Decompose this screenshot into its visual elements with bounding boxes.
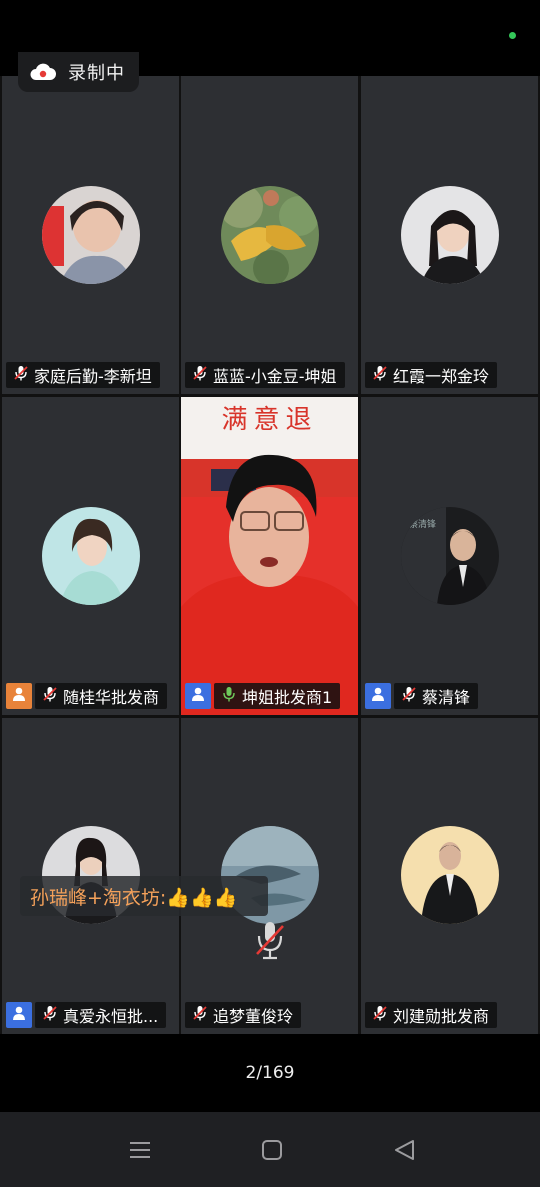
chat-comment-text: 孙瑞峰+淘衣坊:👍👍👍: [30, 886, 238, 909]
participant-namebar: 刘建勋批发商: [365, 1002, 498, 1028]
participant-name: 蔡清锋: [422, 688, 471, 707]
status-indicator-dot: [509, 32, 516, 39]
participant-tile[interactable]: 刘建勋批发商: [361, 718, 538, 1034]
name-chip: 坤姐批发商1: [214, 683, 341, 709]
participant-name: 追梦董俊玲: [213, 1007, 294, 1026]
video-banner-text: 满意退: [221, 405, 318, 435]
participant-name: 随桂华批发商: [63, 688, 160, 707]
participant-namebar: 红霞一郑金玲: [365, 362, 498, 388]
participant-namebar: 蔡清锋: [365, 683, 479, 709]
mic-muted-icon: [371, 364, 389, 386]
participant-tile[interactable]: 红霞一郑金玲: [361, 76, 538, 394]
person-icon: [370, 686, 386, 706]
name-chip: 随桂华批发商: [35, 683, 168, 709]
mic-muted-icon: [191, 364, 209, 386]
participant-name: 蓝蓝-小金豆-坤姐: [213, 367, 337, 386]
host-badge: [365, 683, 391, 709]
name-chip: 蓝蓝-小金豆-坤姐: [185, 362, 345, 388]
name-chip: 家庭后勤-李新坦: [6, 362, 160, 388]
name-chip: 追梦董俊玲: [185, 1002, 302, 1028]
avatar: 蔡清锋: [400, 507, 499, 605]
name-chip: 真爱永恒批...: [35, 1002, 167, 1028]
participant-tile[interactable]: 蓝蓝-小金豆-坤姐: [181, 76, 358, 394]
mic-on-icon: [220, 685, 238, 707]
participant-namebar: 追梦董俊玲: [185, 1002, 302, 1028]
participant-namebar: 随桂华批发商: [6, 683, 168, 709]
recording-label: 录制中: [68, 63, 125, 84]
avatar: [41, 186, 140, 284]
participant-tile[interactable]: 家庭后勤-李新坦: [2, 76, 179, 394]
cohost-badge: [6, 683, 32, 709]
participant-name: 刘建勋批发商: [393, 1007, 490, 1026]
large-mic-muted-icon: [255, 920, 285, 964]
page-indicator: 2/169: [245, 1063, 295, 1083]
avatar: [400, 186, 499, 284]
chat-comment-bubble[interactable]: 孙瑞峰+淘衣坊:👍👍👍: [20, 876, 268, 916]
participant-name: 家庭后勤-李新坦: [34, 367, 152, 386]
recording-indicator[interactable]: 录制中: [18, 52, 139, 92]
avatar: [220, 186, 319, 284]
participant-tile[interactable]: 蔡清锋 蔡清锋: [361, 397, 538, 715]
participant-name: 真爱永恒批...: [63, 1007, 159, 1026]
video-frame: [181, 397, 358, 715]
participant-tile[interactable]: 随桂华批发商: [2, 397, 179, 715]
person-icon: [11, 1005, 27, 1025]
active-speaker-video[interactable]: 满意退 坤姐批发商1: [181, 397, 358, 715]
name-chip: 蔡清锋: [394, 683, 479, 709]
host-badge: [185, 683, 211, 709]
person-icon: [190, 686, 206, 706]
avatar: [400, 826, 499, 924]
participant-namebar: 家庭后勤-李新坦: [6, 362, 160, 388]
svg-text:蔡清锋: 蔡清锋: [409, 518, 436, 530]
pagination-bar: 2/169: [0, 1034, 540, 1112]
participant-namebar: 蓝蓝-小金豆-坤姐: [185, 362, 345, 388]
mic-muted-icon: [41, 1004, 59, 1026]
mic-muted-icon: [41, 685, 59, 707]
cloud-record-icon: [30, 63, 56, 81]
participant-name: 坤姐批发商1: [242, 688, 333, 707]
mic-muted-icon: [400, 685, 418, 707]
host-badge: [6, 1002, 32, 1028]
menu-icon[interactable]: [126, 1136, 154, 1164]
mic-muted-icon: [371, 1004, 389, 1026]
mic-muted-icon: [191, 1004, 209, 1026]
participant-name: 红霞一郑金玲: [393, 367, 490, 386]
mic-muted-icon: [12, 364, 30, 386]
person-icon: [11, 686, 27, 706]
name-chip: 红霞一郑金玲: [365, 362, 498, 388]
name-chip: 刘建勋批发商: [365, 1002, 498, 1028]
back-icon[interactable]: [391, 1136, 419, 1164]
home-icon[interactable]: [258, 1136, 286, 1164]
avatar: [41, 507, 140, 605]
system-nav-bar: [0, 1112, 540, 1187]
participant-namebar: 真爱永恒批...: [6, 1002, 167, 1028]
participant-namebar: 坤姐批发商1: [185, 683, 341, 709]
